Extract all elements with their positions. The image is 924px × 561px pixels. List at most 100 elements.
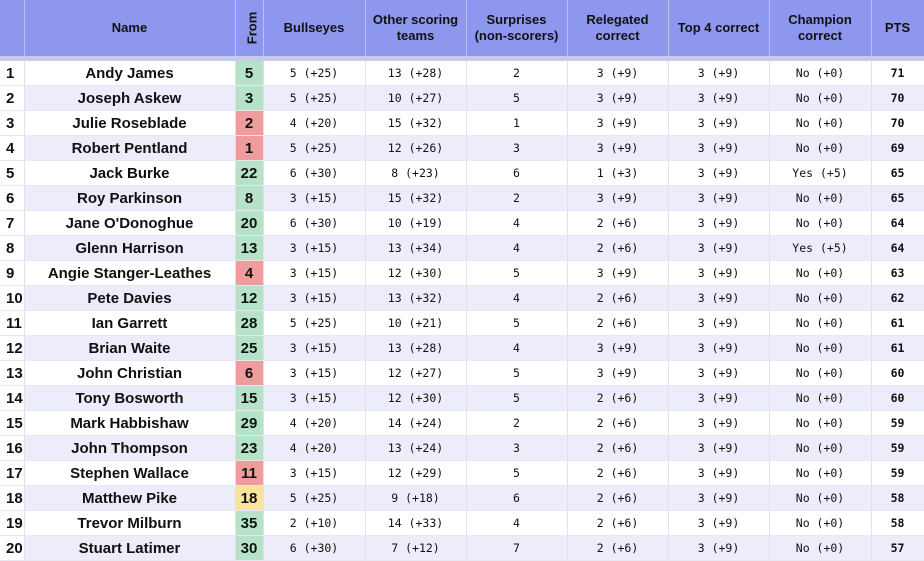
surprises-cell: 1 — [466, 110, 568, 136]
top4-cell: 3 (+9) — [668, 185, 770, 211]
top4-cell: 3 (+9) — [668, 335, 770, 361]
name-cell: Robert Pentland — [24, 135, 236, 161]
table-row: 16 John Thompson 23 4 (+20) 13 (+24) 3 2 (+6) 3… — [0, 435, 924, 461]
bullseyes-cell: 4 (+20) — [263, 110, 366, 136]
champion-cell: Yes (+5) — [769, 235, 872, 261]
bullseyes-cell: 3 (+15) — [263, 285, 366, 311]
champion-cell: No (+0) — [769, 435, 872, 461]
rank-cell: 3 — [0, 110, 25, 136]
name-header: Name — [24, 0, 236, 56]
top4-cell: 3 (+9) — [668, 460, 770, 486]
bullseyes-cell: 3 (+15) — [263, 185, 366, 211]
champion-cell: No (+0) — [769, 410, 872, 436]
table-row: 4 Robert Pentland 1 5 (+25) 12 (+26) 3 3 (+9) 3… — [0, 135, 924, 161]
table-header: Name From Bullseyes Other scoring teams S… — [0, 0, 924, 56]
from-cell: 1 — [235, 135, 264, 161]
from-cell: 12 — [235, 285, 264, 311]
surprises-cell: 4 — [466, 210, 568, 236]
champion-cell: No (+0) — [769, 210, 872, 236]
name-cell: John Thompson — [24, 435, 236, 461]
name-cell: Trevor Milburn — [24, 510, 236, 536]
pts-cell: 70 — [871, 110, 924, 136]
champion-header: Champion correct — [769, 0, 872, 56]
relegated-cell: 2 (+6) — [567, 310, 669, 336]
pts-cell: 63 — [871, 260, 924, 286]
bullseyes-cell: 3 (+15) — [263, 460, 366, 486]
champion-cell: No (+0) — [769, 260, 872, 286]
surprises-header: Surprises (non-scorers) — [466, 0, 568, 56]
champion-cell: No (+0) — [769, 61, 872, 86]
relegated-cell: 3 (+9) — [567, 260, 669, 286]
other-scoring-cell: 15 (+32) — [365, 110, 467, 136]
name-cell: Julie Roseblade — [24, 110, 236, 136]
pts-cell: 65 — [871, 160, 924, 186]
name-cell: Tony Bosworth — [24, 385, 236, 411]
relegated-cell: 2 (+6) — [567, 435, 669, 461]
surprises-cell: 7 — [466, 535, 568, 561]
champion-cell: No (+0) — [769, 285, 872, 311]
from-cell: 5 — [235, 61, 264, 86]
from-cell: 2 — [235, 110, 264, 136]
relegated-cell: 3 (+9) — [567, 110, 669, 136]
other-scoring-cell: 14 (+33) — [365, 510, 467, 536]
rank-cell: 12 — [0, 335, 25, 361]
from-cell: 13 — [235, 235, 264, 261]
from-cell: 6 — [235, 360, 264, 386]
surprises-cell: 4 — [466, 235, 568, 261]
bullseyes-cell: 6 (+30) — [263, 210, 366, 236]
surprises-cell: 4 — [466, 335, 568, 361]
surprises-cell: 5 — [466, 85, 568, 111]
table-row: 9 Angie Stanger-Leathes 4 3 (+15) 12 (+30) 5 3… — [0, 260, 924, 286]
pts-cell: 61 — [871, 335, 924, 361]
name-cell: Ian Garrett — [24, 310, 236, 336]
name-cell: Brian Waite — [24, 335, 236, 361]
pts-cell: 59 — [871, 410, 924, 436]
other-scoring-cell: 7 (+12) — [365, 535, 467, 561]
from-header: From — [235, 0, 264, 56]
name-cell: Glenn Harrison — [24, 235, 236, 261]
top4-cell: 3 (+9) — [668, 210, 770, 236]
pts-cell: 70 — [871, 85, 924, 111]
other-scoring-cell: 13 (+32) — [365, 285, 467, 311]
top4-cell: 3 (+9) — [668, 385, 770, 411]
pts-cell: 58 — [871, 485, 924, 511]
champion-header-line2: correct — [797, 28, 843, 43]
from-cell: 22 — [235, 160, 264, 186]
pts-cell: 64 — [871, 235, 924, 261]
rank-cell: 10 — [0, 285, 25, 311]
top4-cell: 3 (+9) — [668, 510, 770, 536]
from-cell: 11 — [235, 460, 264, 486]
bullseyes-header: Bullseyes — [263, 0, 366, 56]
surprises-header-line2: (non-scorers) — [474, 28, 559, 43]
champion-cell: No (+0) — [769, 185, 872, 211]
name-cell: Stephen Wallace — [24, 460, 236, 486]
bullseyes-cell: 3 (+15) — [263, 335, 366, 361]
champion-cell: No (+0) — [769, 310, 872, 336]
name-cell: Jane O'Donoghue — [24, 210, 236, 236]
bullseyes-cell: 3 (+15) — [263, 260, 366, 286]
table-row: 12 Brian Waite 25 3 (+15) 13 (+28) 4 3 (+9) 3 (… — [0, 335, 924, 361]
rank-cell: 1 — [0, 61, 25, 86]
top4-cell: 3 (+9) — [668, 61, 770, 86]
top4-cell: 3 (+9) — [668, 410, 770, 436]
bullseyes-cell: 5 (+25) — [263, 135, 366, 161]
rank-cell: 18 — [0, 485, 25, 511]
other-scoring-cell: 12 (+30) — [365, 385, 467, 411]
table-row: 1 Andy James 5 5 (+25) 13 (+28) 2 3 (+9) 3 (+9)… — [0, 61, 924, 86]
table-row: 15 Mark Habbishaw 29 4 (+20) 14 (+24) 2 2 (+6)… — [0, 410, 924, 436]
bullseyes-cell: 2 (+10) — [263, 510, 366, 536]
from-cell: 25 — [235, 335, 264, 361]
top4-header: Top 4 correct — [668, 0, 770, 56]
relegated-cell: 3 (+9) — [567, 85, 669, 111]
champion-cell: No (+0) — [769, 460, 872, 486]
champion-cell: No (+0) — [769, 335, 872, 361]
surprises-cell: 5 — [466, 385, 568, 411]
name-cell: Joseph Askew — [24, 85, 236, 111]
surprises-cell: 6 — [466, 485, 568, 511]
table-row: 8 Glenn Harrison 13 3 (+15) 13 (+34) 4 2 (+6) 3… — [0, 235, 924, 261]
name-cell: Pete Davies — [24, 285, 236, 311]
other-scoring-cell: 12 (+27) — [365, 360, 467, 386]
relegated-cell: 3 (+9) — [567, 61, 669, 86]
name-cell: Stuart Latimer — [24, 535, 236, 561]
table-row: 7 Jane O'Donoghue 20 6 (+30) 10 (+19) 4 2 (+6)… — [0, 210, 924, 236]
